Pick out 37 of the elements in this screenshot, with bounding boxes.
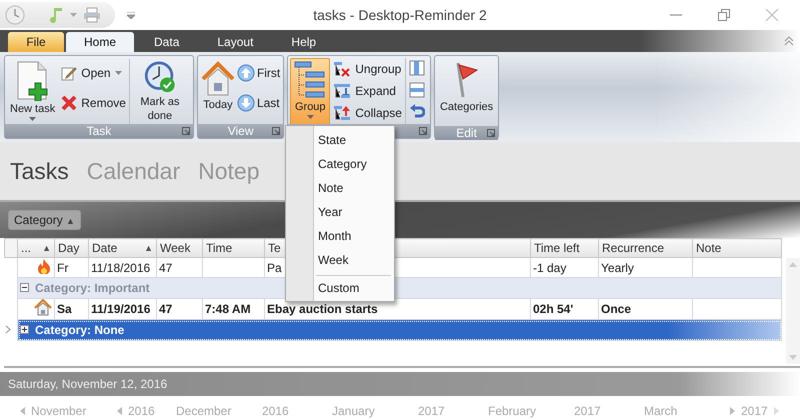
menu-item[interactable]: Custom <box>316 275 391 299</box>
window-title: tasks - Desktop-Reminder 2 <box>313 7 487 23</box>
group-title: Edit <box>456 126 477 140</box>
ribbon-button[interactable]: Remove <box>58 88 129 118</box>
group-button[interactable]: Group <box>290 58 330 126</box>
group-chip[interactable]: Category ▲ <box>8 210 81 230</box>
menu-item[interactable]: Year <box>286 200 394 224</box>
column-header[interactable]: Date ▲ <box>88 238 156 258</box>
ribbon-button[interactable]: Categories <box>436 58 496 126</box>
menu-item[interactable]: Note <box>286 176 394 200</box>
ribbon-button[interactable]: Expand <box>330 80 405 102</box>
view-tab[interactable]: Tasks <box>10 158 69 184</box>
ribbon-button[interactable]: First <box>236 58 282 88</box>
ribbon-button[interactable]: Today <box>200 58 236 126</box>
ribbon-button[interactable]: Collapse <box>330 102 405 124</box>
ribbon-tab[interactable]: Data <box>136 32 198 52</box>
ribbon-tab[interactable]: Help <box>273 32 334 52</box>
ribbon-button[interactable]: Open <box>58 58 129 88</box>
ribbon-button[interactable]: Ungroup <box>330 58 405 80</box>
column-header[interactable]: Recurrence <box>598 238 692 258</box>
column-header[interactable]: Time <box>202 238 264 258</box>
column-header[interactable]: Day <box>54 238 88 258</box>
selected-date: Saturday, November 12, 2016 <box>8 377 168 391</box>
ribbon-tab[interactable]: Home <box>66 32 134 52</box>
group-row[interactable]: Category: None <box>20 322 124 337</box>
column-header[interactable]: Week <box>156 238 202 258</box>
group-title: Task <box>86 124 112 138</box>
column-header[interactable]: Time left <box>530 238 598 258</box>
file-tab[interactable]: File <box>8 32 64 52</box>
menu-item[interactable]: State <box>286 128 394 152</box>
group-title: View <box>228 124 254 138</box>
ribbon-button[interactable]: Last <box>236 88 282 118</box>
column-header[interactable]: ... ▲ <box>18 238 54 258</box>
ribbon-tab[interactable]: Layout <box>199 32 272 52</box>
column-header[interactable]: Note <box>692 238 782 258</box>
ribbon-button[interactable]: New task <box>7 58 58 126</box>
menu-item[interactable]: Category <box>286 152 394 176</box>
